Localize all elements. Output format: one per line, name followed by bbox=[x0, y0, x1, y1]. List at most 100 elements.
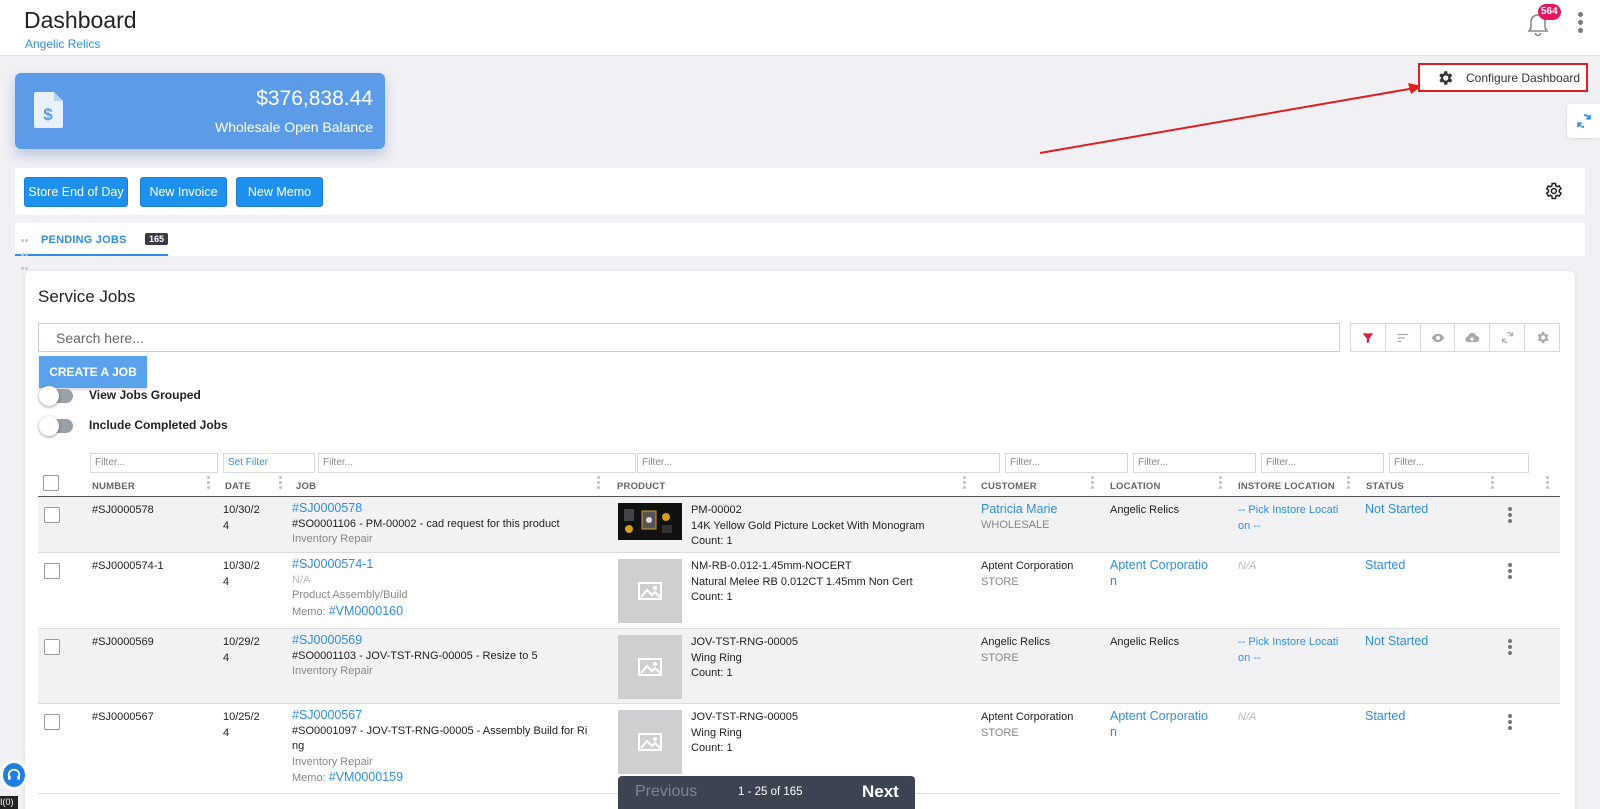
column-header-location[interactable]: LOCATION bbox=[1110, 481, 1161, 492]
filter-button[interactable] bbox=[1351, 324, 1386, 351]
bottom-status-tag: I(0) bbox=[0, 796, 18, 809]
status-link[interactable]: Started bbox=[1365, 709, 1405, 725]
product-image[interactable] bbox=[618, 635, 682, 699]
product-image[interactable] bbox=[618, 559, 682, 623]
column-header-product[interactable]: PRODUCT bbox=[617, 481, 665, 492]
product-image[interactable] bbox=[618, 503, 682, 540]
configure-dashboard-button[interactable]: Configure Dashboard bbox=[1418, 63, 1588, 92]
row-actions-icon[interactable] bbox=[1508, 563, 1513, 581]
row-checkbox[interactable] bbox=[44, 563, 60, 579]
column-menu-icon[interactable] bbox=[597, 476, 600, 490]
job-link[interactable]: #SJ0000569 bbox=[292, 633, 602, 649]
view-jobs-grouped-toggle[interactable] bbox=[39, 386, 73, 406]
column-header-instore-location[interactable]: INSTORE LOCATION bbox=[1238, 481, 1335, 492]
store-end-of-day-button[interactable]: Store End of Day bbox=[24, 177, 128, 207]
wholesale-balance-card[interactable]: $ $376,838.44 Wholesale Open Balance bbox=[15, 73, 385, 149]
help-chat-button[interactable] bbox=[0, 760, 28, 790]
action-bar: Store End of Day New Invoice New Memo bbox=[15, 168, 1585, 215]
next-page-button[interactable]: Next bbox=[862, 782, 899, 802]
dashboard-tabs: PENDING JOBS 165 bbox=[15, 223, 1585, 270]
memo-link[interactable]: #VM0000159 bbox=[329, 770, 403, 784]
instore-location: N/A bbox=[1238, 711, 1257, 723]
filter-number[interactable]: Filter... bbox=[90, 453, 218, 473]
job-link[interactable]: #SJ0000574-1 bbox=[292, 557, 602, 573]
column-header-number[interactable]: NUMBER bbox=[92, 481, 135, 492]
location-link[interactable]: Aptent Corporatio n bbox=[1110, 709, 1208, 740]
tab-pending-jobs[interactable]: PENDING JOBS 165 bbox=[15, 223, 169, 270]
column-menu-icon[interactable] bbox=[1091, 476, 1094, 490]
download-button[interactable] bbox=[1455, 324, 1491, 351]
select-all-checkbox[interactable] bbox=[43, 475, 59, 491]
column-menu-icon[interactable] bbox=[207, 476, 210, 490]
table-settings-button[interactable] bbox=[1525, 324, 1559, 351]
table-row[interactable]: #SJ0000569 10/29/2 4 #SJ0000569 #SO000110… bbox=[38, 629, 1560, 704]
view-columns-button[interactable] bbox=[1421, 324, 1456, 351]
filter-product[interactable]: Filter... bbox=[637, 453, 1000, 473]
customer-link[interactable]: Patricia Marie bbox=[981, 502, 1057, 518]
column-header-date[interactable]: DATE bbox=[225, 481, 251, 492]
status-link[interactable]: Not Started bbox=[1365, 634, 1428, 650]
status-link[interactable]: Started bbox=[1365, 558, 1405, 574]
service-jobs-panel: Service Jobs CREATE A JOB View Jobs Grou… bbox=[25, 271, 1575, 809]
column-menu-icon[interactable] bbox=[1347, 476, 1350, 490]
job-link[interactable]: #SJ0000578 bbox=[292, 501, 602, 517]
row-actions-icon[interactable] bbox=[1508, 639, 1513, 657]
notification-badge: 564 bbox=[1538, 4, 1561, 20]
sort-icon bbox=[1397, 333, 1408, 342]
filter-date[interactable]: Set Filter bbox=[223, 453, 315, 473]
pagination-bar: Previous 1 - 25 of 165 Next bbox=[618, 776, 915, 809]
row-checkbox[interactable] bbox=[44, 507, 60, 523]
customer-cell: Patricia Marie WHOLESALE bbox=[981, 502, 1058, 531]
cloud-download-icon bbox=[1465, 332, 1480, 342]
search-input[interactable] bbox=[38, 323, 1340, 352]
filter-status[interactable]: Filter... bbox=[1389, 453, 1529, 473]
refresh-button[interactable] bbox=[1490, 324, 1526, 351]
status-link[interactable]: Not Started bbox=[1365, 502, 1428, 518]
filter-location[interactable]: Filter... bbox=[1133, 453, 1256, 473]
pick-instore-location-link[interactable]: -- Pick Instore Locati on -- bbox=[1238, 635, 1338, 666]
svg-text:$: $ bbox=[43, 105, 53, 124]
filter-job[interactable]: Filter... bbox=[318, 453, 636, 473]
row-actions-icon[interactable] bbox=[1508, 714, 1513, 732]
memo-link[interactable]: #VM0000160 bbox=[329, 604, 403, 618]
new-invoice-button[interactable]: New Invoice bbox=[140, 177, 227, 207]
job-link[interactable]: #SJ0000567 bbox=[292, 708, 602, 724]
column-menu-icon[interactable] bbox=[963, 476, 966, 490]
table-row[interactable]: #SJ0000578 10/30/2 4 #SJ0000578 #SO000110… bbox=[38, 497, 1560, 553]
location-cell: Angelic Relics bbox=[1110, 636, 1180, 648]
include-completed-toggle[interactable] bbox=[39, 416, 73, 436]
column-menu-icon[interactable] bbox=[1546, 476, 1549, 490]
location-link[interactable]: Aptent Corporatio n bbox=[1110, 558, 1208, 589]
sync-side-button[interactable] bbox=[1567, 104, 1600, 138]
refresh-icon bbox=[1501, 331, 1513, 344]
product-cell: JOV-TST-RNG-00005 Wing Ring Count: 1 bbox=[691, 711, 798, 754]
filter-instore-location[interactable]: Filter... bbox=[1261, 453, 1384, 473]
table-row[interactable]: #SJ0000574-1 10/30/2 4 #SJ0000574-1 N/A P… bbox=[38, 553, 1560, 629]
more-menu-icon[interactable] bbox=[1574, 10, 1586, 40]
product-image[interactable] bbox=[618, 710, 682, 774]
table-toolbar bbox=[1350, 323, 1560, 352]
settings-gear-icon[interactable] bbox=[1543, 181, 1563, 201]
row-checkbox[interactable] bbox=[44, 639, 60, 655]
column-header-customer[interactable]: CUSTOMER bbox=[981, 481, 1037, 492]
column-menu-icon[interactable] bbox=[279, 476, 282, 490]
column-header-status[interactable]: STATUS bbox=[1366, 481, 1404, 492]
balance-amount: $376,838.44 bbox=[256, 87, 373, 110]
column-header-job[interactable]: JOB bbox=[296, 481, 316, 492]
row-actions-icon[interactable] bbox=[1508, 507, 1513, 525]
pick-instore-location-link[interactable]: -- Pick Instore Locati on -- bbox=[1238, 503, 1338, 534]
drag-handle-icon[interactable] bbox=[21, 232, 29, 270]
column-menu-icon[interactable] bbox=[1219, 476, 1222, 490]
create-job-button[interactable]: CREATE A JOB bbox=[39, 356, 147, 388]
column-menu-icon[interactable] bbox=[1491, 476, 1494, 490]
filter-customer[interactable]: Filter... bbox=[1005, 453, 1128, 473]
row-checkbox[interactable] bbox=[44, 714, 60, 730]
previous-page-button[interactable]: Previous bbox=[635, 783, 697, 801]
new-memo-button[interactable]: New Memo bbox=[236, 177, 323, 207]
job-date: 10/30/2 4 bbox=[223, 560, 260, 588]
sort-button[interactable] bbox=[1386, 324, 1421, 351]
store-name-link[interactable]: Angelic Relics bbox=[25, 37, 100, 51]
tab-label: PENDING JOBS bbox=[41, 234, 127, 246]
product-cell: NM-RB-0.012-1.45mm-NOCERT Natural Melee … bbox=[691, 560, 913, 603]
filter-icon bbox=[1362, 332, 1374, 343]
